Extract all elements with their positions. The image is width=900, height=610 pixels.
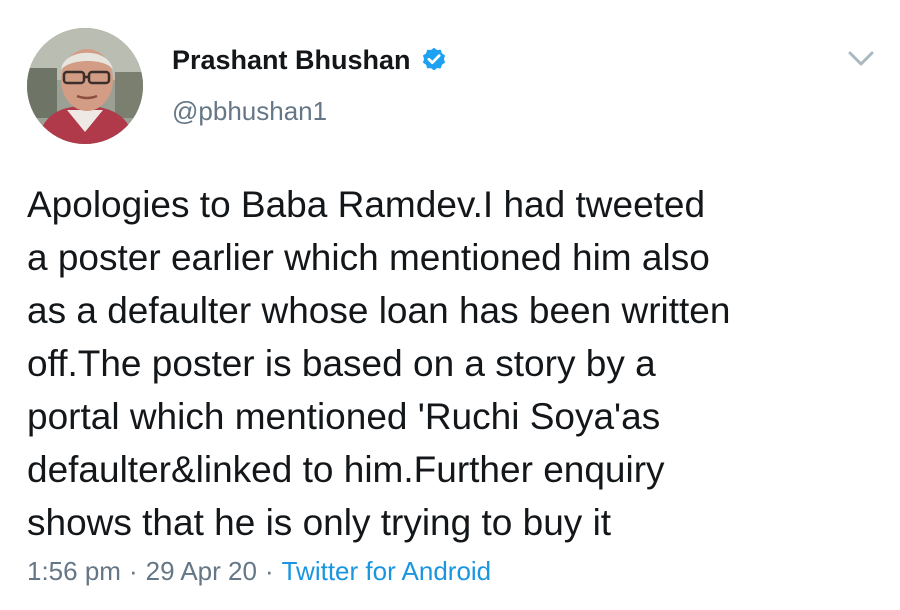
avatar-photo <box>27 28 143 144</box>
author-name-row: Prashant Bhushan <box>172 40 448 80</box>
tweet-meta: 1:56 pm · 29 Apr 20 · Twitter for Androi… <box>27 556 491 587</box>
verified-badge-icon <box>420 46 448 74</box>
avatar[interactable] <box>27 28 143 144</box>
tweet-date[interactable]: 29 Apr 20 <box>146 556 257 587</box>
meta-separator: · <box>128 556 138 586</box>
tweet-card: Prashant Bhushan @pbhushan1 Apologies to… <box>0 0 900 610</box>
author-display-name[interactable]: Prashant Bhushan <box>172 45 411 76</box>
author-handle[interactable]: @pbhushan1 <box>172 96 327 127</box>
tweet-source-link[interactable]: Twitter for Android <box>282 556 492 587</box>
chevron-down-icon[interactable] <box>846 46 876 72</box>
tweet-text: Apologies to Baba Ramdev.I had tweeted a… <box>27 184 731 543</box>
meta-separator: · <box>264 556 274 586</box>
tweet-time[interactable]: 1:56 pm <box>27 556 121 587</box>
